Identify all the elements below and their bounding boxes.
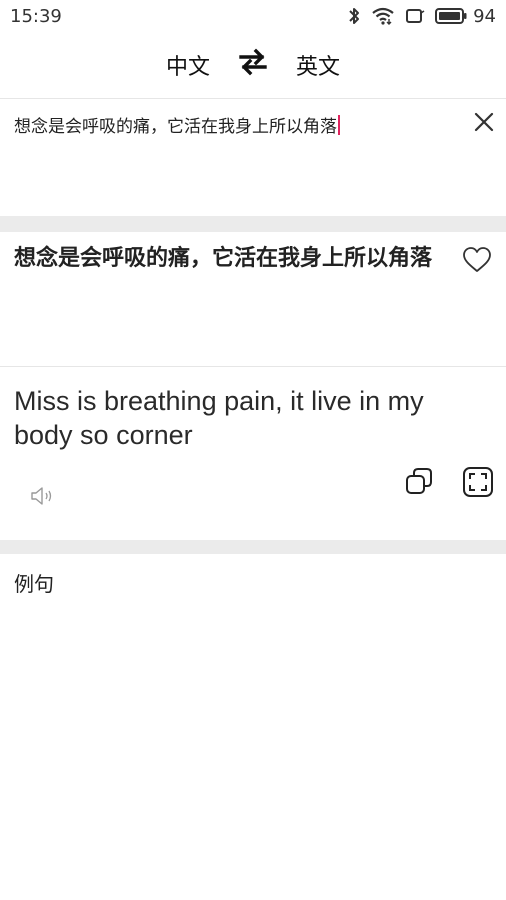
source-language-button[interactable]: 中文	[153, 49, 223, 81]
translation-text: Miss is breathing pain, it live in my bo…	[14, 386, 424, 450]
source-block: 想念是会呼吸的痛，它活在我身上所以角落	[0, 232, 506, 366]
bluetooth-icon	[347, 6, 361, 26]
divider	[0, 366, 506, 367]
source-text: 想念是会呼吸的痛，它活在我身上所以角落	[14, 246, 433, 271]
input-text: 想念是会呼吸的痛，它活在我身上所以角落	[14, 117, 337, 137]
swap-languages-button[interactable]	[223, 48, 283, 82]
screen-icon	[405, 7, 425, 25]
status-time: 15:39	[10, 5, 62, 27]
target-language-button[interactable]: 英文	[283, 49, 353, 81]
speak-translation-button[interactable]	[30, 486, 58, 510]
close-icon	[472, 112, 496, 138]
wifi-icon	[371, 6, 395, 26]
swap-icon	[238, 48, 268, 82]
text-cursor	[338, 115, 340, 135]
battery-level: 94	[473, 5, 496, 27]
section-separator	[0, 540, 506, 554]
section-separator	[0, 216, 506, 232]
translation-block: Miss is breathing pain, it live in my bo…	[0, 368, 506, 540]
favorite-button[interactable]	[462, 246, 492, 278]
fullscreen-icon	[462, 467, 494, 502]
divider	[0, 98, 506, 99]
speaker-icon	[30, 487, 58, 510]
language-bar: 中文 英文	[0, 38, 506, 92]
examples-heading: 例句	[14, 572, 54, 596]
battery-icon	[435, 7, 467, 25]
input-field[interactable]: 想念是会呼吸的痛，它活在我身上所以角落	[14, 114, 434, 140]
clear-input-button[interactable]	[472, 110, 496, 138]
copy-icon	[404, 468, 434, 500]
copy-button[interactable]	[404, 466, 434, 500]
status-bar: 15:39 94	[0, 0, 506, 32]
status-icons: 94	[347, 6, 496, 27]
heart-icon	[462, 247, 492, 278]
fullscreen-button[interactable]	[462, 466, 494, 502]
input-area[interactable]: 想念是会呼吸的痛，它活在我身上所以角落	[0, 100, 506, 216]
